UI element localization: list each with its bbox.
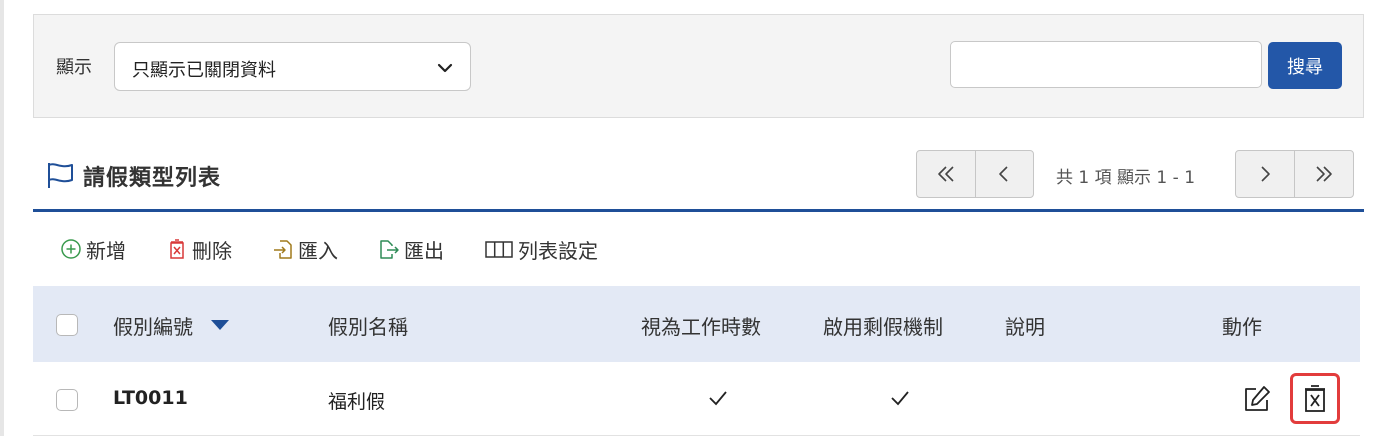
column-header-description: 說明 xyxy=(1005,315,1045,339)
check-icon xyxy=(709,391,727,406)
search-button[interactable]: 搜尋 xyxy=(1268,42,1342,89)
column-header-leftover: 啟用剩假機制 xyxy=(823,315,943,339)
row-checkbox[interactable] xyxy=(56,389,78,411)
flag-icon xyxy=(48,163,73,188)
add-label: 新增 xyxy=(86,238,126,263)
plus-circle-icon xyxy=(61,239,81,259)
select-value: 只顯示已關閉資料 xyxy=(132,60,276,81)
prev-page-button[interactable] xyxy=(974,151,1034,197)
select-all-checkbox[interactable] xyxy=(56,314,78,336)
filter-bar: 顯示 只顯示已關閉資料 搜尋 xyxy=(33,14,1364,118)
filter-label: 顯示 xyxy=(56,57,92,78)
delete-icon xyxy=(1305,384,1325,412)
pager-right xyxy=(1235,150,1354,198)
last-page-icon xyxy=(1316,166,1332,182)
import-icon xyxy=(274,240,292,259)
title-divider xyxy=(33,209,1364,212)
row-name: 福利假 xyxy=(328,391,386,413)
delete-toolbar-button[interactable]: 刪除 xyxy=(166,235,232,264)
next-page-icon xyxy=(1261,166,1270,182)
last-page-button[interactable] xyxy=(1294,151,1353,197)
trash-x-icon xyxy=(170,239,184,259)
column-header-name: 假別名稱 xyxy=(328,315,408,339)
add-button[interactable]: 新增 xyxy=(60,235,126,264)
display-filter-select[interactable]: 只顯示已關閉資料 xyxy=(114,42,471,91)
column-header-actions: 動作 xyxy=(1222,315,1262,339)
column-header-code[interactable]: 假別編號 xyxy=(113,311,193,340)
check-icon xyxy=(891,391,909,406)
list-settings-button[interactable]: 列表設定 xyxy=(484,235,598,264)
export-button[interactable]: 匯出 xyxy=(378,235,444,264)
delete-row-button[interactable] xyxy=(1290,373,1340,424)
export-label: 匯出 xyxy=(404,238,444,263)
columns-icon xyxy=(485,241,513,258)
search-input[interactable] xyxy=(950,41,1262,88)
pager-info: 共 1 項 顯示 1 - 1 xyxy=(1056,168,1196,188)
delete-label: 刪除 xyxy=(192,238,232,263)
import-label: 匯入 xyxy=(298,238,338,263)
sort-desc-icon[interactable] xyxy=(210,319,230,331)
page-title: 請假類型列表 xyxy=(83,166,222,191)
row-code: LT0011 xyxy=(113,387,188,409)
next-page-button[interactable] xyxy=(1236,151,1294,197)
table-header: 假別編號 假別名稱 視為工作時數 啟用剩假機制 說明 動作 xyxy=(33,286,1360,362)
left-edge-rule xyxy=(0,0,4,436)
first-page-button[interactable] xyxy=(917,151,975,197)
prev-page-icon xyxy=(999,166,1008,182)
table-row: LT0011 福利假 xyxy=(33,362,1360,436)
first-page-icon xyxy=(937,166,954,182)
toolbar: 新增 刪除 匯入 匯出 列表設定 xyxy=(60,234,638,264)
import-button[interactable]: 匯入 xyxy=(272,235,338,264)
pager-left xyxy=(916,150,1034,198)
chevron-down-icon xyxy=(437,63,453,73)
column-header-work-hours: 視為工作時數 xyxy=(641,315,761,339)
edit-icon[interactable] xyxy=(1242,384,1272,414)
export-icon xyxy=(380,240,399,259)
list-settings-label: 列表設定 xyxy=(518,238,598,263)
